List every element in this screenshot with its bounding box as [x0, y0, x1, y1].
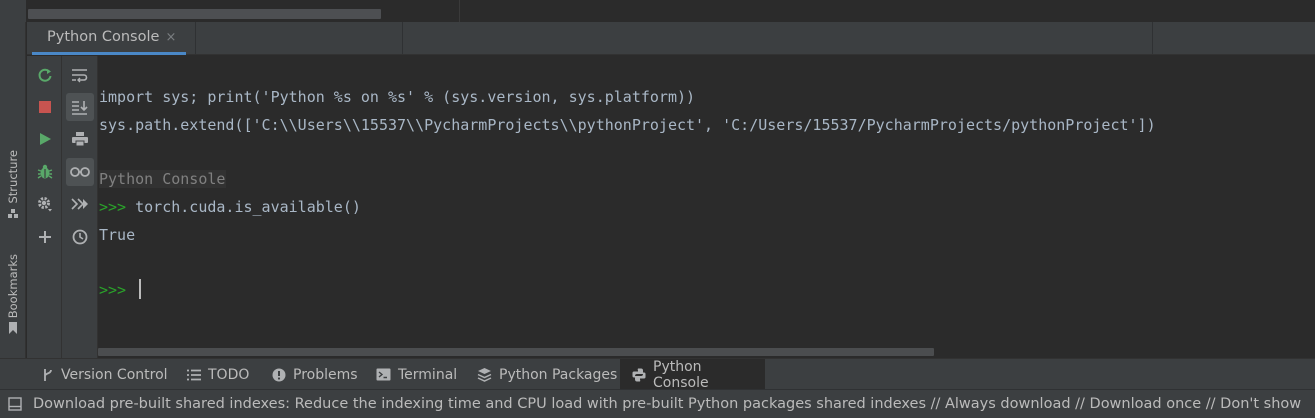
editor-horizontal-scrollbar[interactable] — [28, 9, 381, 19]
glasses-icon — [70, 167, 90, 177]
packages-icon — [477, 368, 492, 382]
rerun-button[interactable] — [31, 61, 59, 89]
tool-window-header: Python Console × — [27, 22, 1315, 55]
tab-python-console-bottom[interactable]: Python Console — [620, 358, 765, 391]
rerun-icon — [38, 68, 52, 82]
history-button[interactable] — [66, 223, 94, 251]
toggle-tool-windows-icon[interactable] — [8, 397, 22, 411]
tab-version-control[interactable]: Version Control — [30, 359, 180, 390]
tab-terminal[interactable]: Terminal — [364, 359, 469, 390]
structure-tool-button[interactable]: Structure — [3, 150, 23, 220]
soft-wrap-icon — [72, 69, 88, 83]
add-button[interactable] — [31, 223, 59, 251]
console-run-toolbar — [27, 56, 62, 358]
header-divider — [1152, 22, 1153, 54]
run-button[interactable] — [31, 125, 59, 153]
list-icon — [187, 369, 201, 380]
console-output-line: True — [99, 226, 136, 244]
git-branch-icon — [44, 368, 52, 381]
execute-button[interactable] — [66, 190, 94, 218]
left-tool-stripe: Structure Bookmarks — [0, 22, 26, 358]
add-icon — [39, 231, 51, 243]
console-line-import: import sys; print('Python %s on %s' % (s… — [99, 88, 696, 106]
tab-python-console-label: Python Console — [47, 29, 160, 45]
header-divider — [195, 22, 196, 54]
stop-button[interactable] — [31, 93, 59, 121]
tab-python-console-bottom-label: Python Console — [653, 358, 709, 391]
header-divider — [402, 22, 403, 54]
console-view-toolbar — [62, 56, 98, 358]
editor-top-strip — [0, 0, 1315, 22]
console-input-line[interactable]: >>> — [99, 281, 126, 299]
bookmarks-label: Bookmarks — [6, 254, 20, 319]
tab-python-console[interactable]: Python Console × — [32, 22, 187, 55]
problems-icon — [272, 368, 286, 381]
editor-divider — [459, 0, 460, 22]
console-prompt-empty: >>> — [99, 281, 127, 299]
structure-icon — [8, 208, 18, 218]
scroll-to-end-button[interactable] — [66, 93, 94, 121]
run-icon — [40, 133, 51, 145]
left-stripe-top — [0, 0, 26, 22]
console-output[interactable]: import sys; print('Python %s on %s' % (s… — [98, 56, 1315, 346]
debug-icon — [37, 164, 53, 179]
tab-todo-label: TODO — [208, 366, 250, 383]
console-prompt: >>> — [99, 198, 127, 216]
gear-icon — [38, 197, 52, 212]
bottom-tool-tabs: Version Control TODO Problems Terminal P… — [0, 358, 1315, 391]
soft-wrap-button[interactable] — [66, 61, 94, 89]
bookmarks-tool-button[interactable]: Bookmarks — [3, 254, 23, 335]
tab-version-control-label: Version Control — [61, 366, 168, 383]
stop-icon — [39, 101, 51, 113]
tab-todo[interactable]: TODO — [175, 359, 261, 390]
console-line-path-extend: sys.path.extend(['C:\\Users\\15537\\Pych… — [99, 116, 1156, 134]
console-command-line: >>> torch.cuda.is_available() — [99, 198, 361, 216]
scroll-to-end-icon — [72, 101, 88, 115]
tab-python-packages[interactable]: Python Packages — [465, 359, 629, 390]
console-horizontal-scrollbar-track — [98, 346, 1315, 358]
console-command: torch.cuda.is_available() — [126, 198, 361, 216]
settings-button[interactable] — [31, 190, 59, 218]
debug-button[interactable] — [31, 158, 59, 186]
text-caret — [139, 279, 141, 299]
tab-terminal-label: Terminal — [398, 366, 458, 383]
tab-python-packages-label: Python Packages — [499, 366, 618, 383]
bookmark-icon — [9, 322, 17, 335]
show-variables-button[interactable] — [66, 158, 94, 186]
tab-problems-label: Problems — [293, 366, 358, 383]
close-icon[interactable]: × — [165, 30, 176, 45]
console-banner: Python Console — [99, 170, 227, 188]
python-icon — [632, 368, 646, 381]
print-icon — [72, 132, 88, 147]
console-horizontal-scrollbar[interactable] — [98, 348, 934, 356]
structure-label: Structure — [6, 150, 20, 204]
status-bar: Download pre-built shared indexes: Reduc… — [0, 389, 1315, 418]
tab-problems[interactable]: Problems — [260, 359, 370, 390]
execute-icon — [71, 198, 88, 210]
print-button[interactable] — [66, 125, 94, 153]
terminal-icon — [376, 368, 391, 381]
status-message[interactable]: Download pre-built shared indexes: Reduc… — [33, 396, 1301, 412]
clock-icon — [72, 229, 88, 245]
